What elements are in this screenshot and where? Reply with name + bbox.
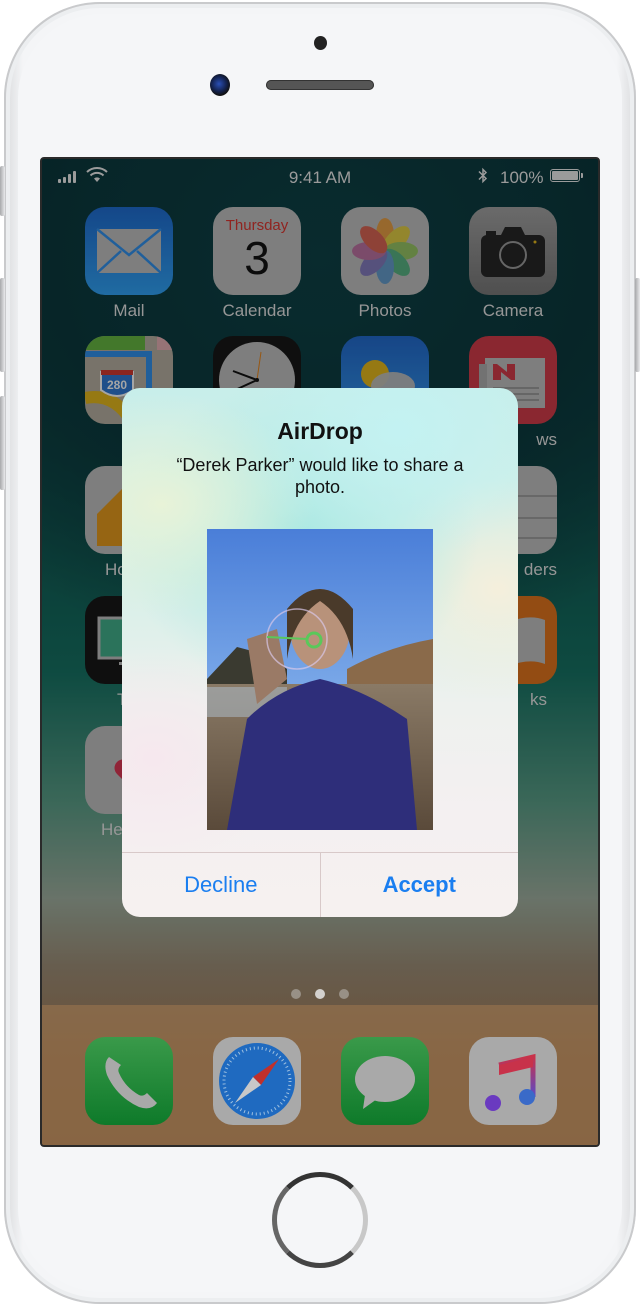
proximity-sensor (314, 36, 327, 50)
phone-icon (85, 1037, 173, 1125)
page-dot-active[interactable] (315, 989, 325, 999)
home-button[interactable] (272, 1172, 368, 1268)
page-dot[interactable] (339, 989, 349, 999)
dock-app-music[interactable] (469, 1037, 557, 1125)
airdrop-alert: AirDrop “Derek Parker” would like to sha… (122, 388, 518, 917)
decline-button[interactable]: Decline (122, 853, 320, 917)
volume-up-button (0, 278, 5, 372)
volume-down-button (0, 396, 5, 490)
earpiece-speaker (266, 80, 374, 90)
page-indicator[interactable] (42, 989, 598, 999)
accept-button[interactable]: Accept (319, 853, 519, 917)
alert-title: AirDrop (277, 418, 363, 444)
alert-message: “Derek Parker” would like to share a pho… (176, 455, 464, 497)
dock (42, 1005, 598, 1145)
shared-photo-preview (207, 529, 433, 830)
messages-icon (341, 1037, 429, 1125)
dock-app-phone[interactable] (85, 1037, 173, 1125)
power-button (635, 278, 640, 372)
mute-switch (0, 166, 5, 216)
safari-icon (213, 1037, 301, 1125)
dock-app-messages[interactable] (341, 1037, 429, 1125)
music-icon (469, 1037, 557, 1125)
dock-app-safari[interactable] (213, 1037, 301, 1125)
alert-actions: Decline Accept (122, 852, 518, 917)
front-camera (210, 74, 230, 96)
page-dot[interactable] (291, 989, 301, 999)
